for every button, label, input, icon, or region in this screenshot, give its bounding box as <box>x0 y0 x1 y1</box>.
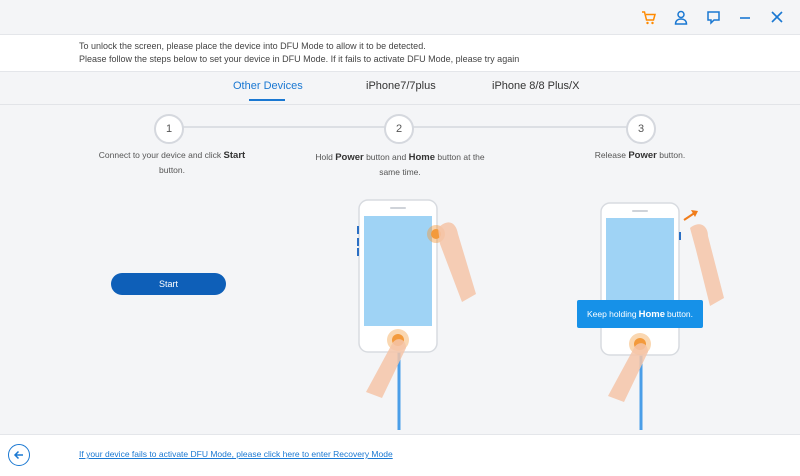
minimize-icon[interactable] <box>736 9 754 25</box>
tooltip-bold: Home <box>638 308 666 320</box>
back-button[interactable] <box>8 444 30 466</box>
step-2-bold-power: Power <box>335 152 364 163</box>
step-3-text-post: button. <box>656 150 686 160</box>
step-1-text-pre: Connect to your device and click <box>98 150 224 160</box>
step-3-text-pre: Release <box>594 150 629 160</box>
window-controls <box>640 9 786 25</box>
step-2-text-mid: button and <box>363 152 409 162</box>
step-3-number: 3 <box>637 123 645 135</box>
tooltip-pre: Keep holding <box>586 309 637 319</box>
instruction-line-1: To unlock the screen, please place the d… <box>79 41 426 51</box>
feedback-icon[interactable] <box>704 9 722 25</box>
step-1-circle: 1 <box>154 114 184 144</box>
step-1-number: 1 <box>165 123 173 135</box>
phone-illustration-step-2 <box>330 198 480 435</box>
tooltip-post: button. <box>667 309 694 319</box>
recovery-mode-link[interactable]: If your device fails to activate DFU Mod… <box>79 449 393 459</box>
step-3-bold: Power <box>628 150 657 161</box>
instruction-panel: To unlock the screen, please place the d… <box>0 34 800 72</box>
step-connector-1 <box>181 126 385 128</box>
tab-iphone7[interactable]: iPhone7/7plus <box>366 80 436 92</box>
start-button[interactable]: Start <box>111 273 226 295</box>
cart-icon[interactable] <box>640 9 658 25</box>
device-tabs: Other Devices iPhone7/7plus iPhone 8/8 P… <box>0 70 800 105</box>
step-1-text-post: button. <box>159 165 185 175</box>
step-2-text-pre: Hold <box>315 152 336 162</box>
tab-other-devices[interactable]: Other Devices <box>233 80 303 92</box>
step-1-bold: Start <box>223 150 246 161</box>
instruction-line-2: Please follow the steps below to set you… <box>79 54 520 64</box>
step-2-text: Hold Power button and Home button at the… <box>305 150 495 179</box>
step-connector-2 <box>411 126 627 128</box>
active-tab-indicator <box>249 99 285 101</box>
title-bar <box>0 0 800 34</box>
bottom-bar: If your device fails to activate DFU Mod… <box>0 434 800 476</box>
close-icon[interactable] <box>768 9 786 25</box>
step-2-number: 2 <box>395 123 403 135</box>
step-2-bold-home: Home <box>408 152 436 163</box>
step-1-text: Connect to your device and click Start b… <box>92 148 252 177</box>
step-3-circle: 3 <box>626 114 656 144</box>
step-3-text: Release Power button. <box>560 148 720 163</box>
step-2-circle: 2 <box>384 114 414 144</box>
tab-iphone8[interactable]: iPhone 8/8 Plus/X <box>492 80 579 92</box>
user-icon[interactable] <box>672 9 690 25</box>
keep-holding-tooltip: Keep holding Home button. <box>577 300 703 328</box>
arrow-left-icon <box>13 450 23 460</box>
